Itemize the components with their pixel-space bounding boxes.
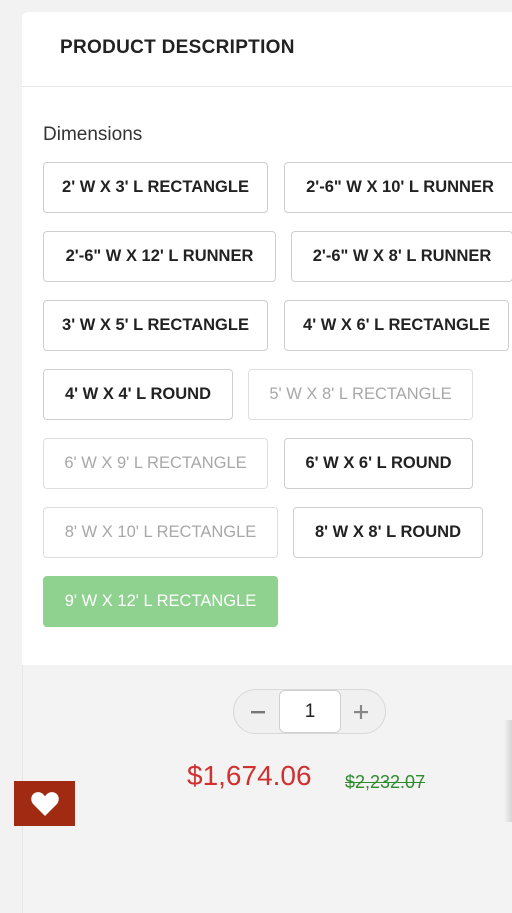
dimension-option-8x8-round[interactable]: 8' W X 8' L ROUND [293,507,483,558]
dimension-option-9x12-rectangle[interactable]: 9' W X 12' L RECTANGLE [43,576,278,627]
dimension-option-3x5-rectangle[interactable]: 3' W X 5' L RECTANGLE [43,300,268,351]
dimensions-section: Dimensions 2' W X 3' L RECTANGLE 2'-6" W… [22,87,512,665]
dimension-option-6x6-round[interactable]: 6' W X 6' L ROUND [284,438,473,489]
dimension-option-5x8-rectangle[interactable]: 5' W X 8' L RECTANGLE [248,369,473,420]
minus-icon [251,710,265,713]
dimension-option-2x3-rectangle[interactable]: 2' W X 3' L RECTANGLE [43,162,268,213]
sale-price: $1,674.06 [187,760,312,791]
decrease-quantity-button[interactable] [236,690,280,733]
quantity-stepper [233,689,386,734]
dimension-option-2-6x8-runner[interactable]: 2'-6" W X 8' L RUNNER [291,231,512,282]
quantity-input[interactable] [279,690,341,733]
dimension-option-6x9-rectangle[interactable]: 6' W X 9' L RECTANGLE [43,438,268,489]
increase-quantity-button[interactable] [339,690,383,733]
dimension-option-8x10-rectangle[interactable]: 8' W X 10' L RECTANGLE [43,507,278,558]
wishlist-button[interactable] [14,781,75,826]
dimension-option-4x6-rectangle[interactable]: 4' W X 6' L RECTANGLE [284,300,509,351]
edge-shadow [504,720,512,822]
heart-icon [30,791,59,816]
dimensions-label: Dimensions [43,124,143,145]
original-price: $2,232.07 [345,772,426,792]
dimension-option-2-6x12-runner[interactable]: 2'-6" W X 12' L RUNNER [43,231,276,282]
plus-icon [354,704,368,719]
section-title: PRODUCT DESCRIPTION [60,37,295,58]
product-description-header[interactable]: PRODUCT DESCRIPTION [22,12,512,87]
dimension-option-4x4-round[interactable]: 4' W X 4' L ROUND [43,369,233,420]
dimension-option-2-6x10-runner[interactable]: 2'-6" W X 10' L RUNNER [284,162,512,213]
